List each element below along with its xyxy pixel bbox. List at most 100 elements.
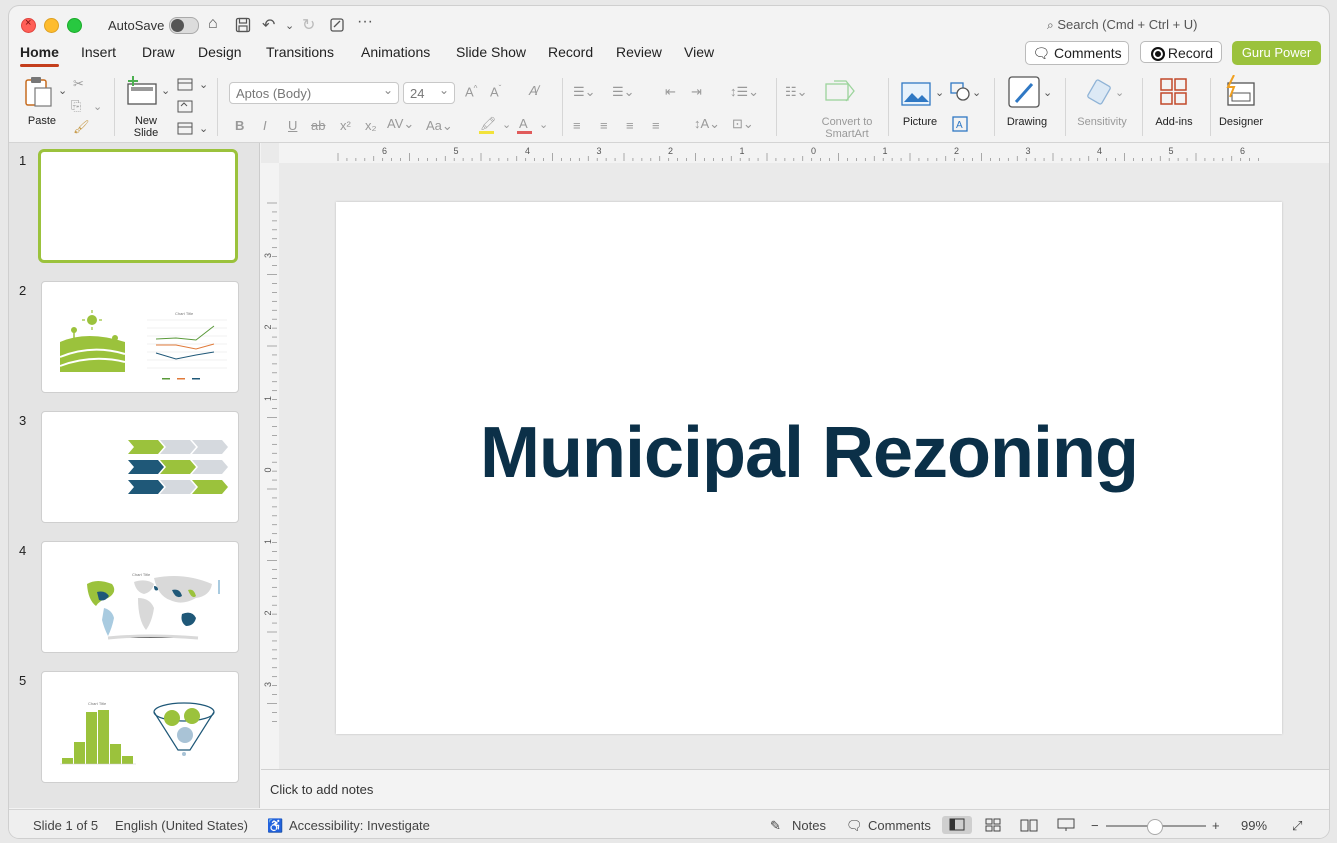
- copy-dropdown-icon[interactable]: ⌄: [93, 100, 102, 113]
- comments-toggle[interactable]: Comments: [868, 818, 931, 833]
- comments-button[interactable]: 🗨 Comments: [1025, 41, 1129, 65]
- copy-icon[interactable]: ⎘: [71, 98, 81, 114]
- tab-home[interactable]: Home: [20, 44, 59, 67]
- close-window-button[interactable]: [21, 17, 36, 33]
- bold-icon[interactable]: B: [235, 118, 244, 133]
- redo-icon[interactable]: ↻: [302, 15, 315, 35]
- reading-view-icon[interactable]: [1020, 818, 1038, 832]
- tab-review[interactable]: Review: [616, 44, 662, 60]
- italic-icon[interactable]: I: [263, 118, 267, 133]
- highlight-dropdown-icon[interactable]: ⌄: [502, 118, 511, 131]
- save-icon[interactable]: [235, 17, 251, 33]
- tab-animations[interactable]: Animations: [361, 44, 430, 60]
- sensitivity-icon[interactable]: [1085, 76, 1115, 106]
- change-case-icon[interactable]: Aa⌄: [426, 118, 453, 134]
- tab-insert[interactable]: Insert: [81, 44, 116, 60]
- slide-thumbnail-3[interactable]: [41, 411, 239, 523]
- numbering-icon[interactable]: ☰⌄: [612, 84, 635, 100]
- clear-formatting-icon[interactable]: A̸: [529, 83, 538, 98]
- guru-power-button[interactable]: Guru Power: [1232, 41, 1321, 65]
- tab-design[interactable]: Design: [198, 44, 242, 60]
- zoom-window-button[interactable]: [67, 18, 82, 33]
- autosave-toggle[interactable]: [169, 17, 199, 34]
- smartart-icon[interactable]: [824, 80, 858, 104]
- justify-icon[interactable]: ≡: [652, 118, 660, 133]
- slide-sorter-icon[interactable]: [985, 818, 1001, 832]
- align-center-icon[interactable]: ≡: [600, 118, 608, 133]
- bullets-icon[interactable]: ☰⌄: [573, 84, 596, 100]
- cut-icon[interactable]: ✂: [73, 76, 84, 92]
- font-size-select[interactable]: 24: [403, 79, 455, 104]
- new-slide-dropdown-icon[interactable]: ⌄: [161, 84, 170, 97]
- paste-dropdown-icon[interactable]: ⌄: [58, 84, 67, 97]
- language-status[interactable]: English (United States): [115, 818, 248, 833]
- align-left-icon[interactable]: ≡: [573, 118, 581, 133]
- font-name-select[interactable]: Aptos (Body): [229, 79, 399, 104]
- tab-view[interactable]: View: [684, 44, 714, 60]
- layout-dropdown-icon[interactable]: ⌄: [199, 78, 208, 91]
- current-slide-canvas[interactable]: Municipal Rezoning: [336, 202, 1282, 734]
- notes-pane[interactable]: Click to add notes: [261, 769, 1329, 810]
- designer-icon[interactable]: [1224, 75, 1258, 107]
- tab-draw[interactable]: Draw: [142, 44, 175, 60]
- slide-show-icon[interactable]: [1057, 818, 1075, 832]
- tab-transitions[interactable]: Transitions: [266, 44, 334, 60]
- increase-indent-icon[interactable]: ⇥: [691, 84, 702, 100]
- align-right-icon[interactable]: ≡: [626, 118, 634, 133]
- columns-icon[interactable]: ☷⌄: [785, 84, 808, 100]
- section-dropdown-icon[interactable]: ⌄: [199, 122, 208, 135]
- character-spacing-icon[interactable]: AV⌄: [387, 116, 414, 132]
- superscript-icon[interactable]: x²: [340, 118, 351, 133]
- home-icon[interactable]: ⌂: [208, 15, 218, 33]
- align-text-icon[interactable]: ⊡⌄: [732, 116, 754, 132]
- drawing-dropdown-icon[interactable]: ⌄: [1043, 86, 1052, 99]
- more-commands-icon[interactable]: ···: [357, 13, 373, 31]
- underline-icon[interactable]: U: [288, 118, 297, 133]
- slide-thumbnail-1[interactable]: [38, 149, 238, 263]
- paste-icon[interactable]: [23, 76, 57, 108]
- picture-dropdown-icon[interactable]: ⌄: [935, 86, 944, 99]
- print-icon[interactable]: [329, 17, 345, 33]
- tab-record[interactable]: Record: [548, 44, 593, 60]
- subscript-icon[interactable]: x₂: [365, 118, 377, 133]
- zoom-out-icon[interactable]: −: [1091, 818, 1099, 833]
- accessibility-status[interactable]: Accessibility: Investigate: [289, 818, 430, 833]
- font-color-icon[interactable]: A: [519, 116, 528, 131]
- format-painter-icon[interactable]: 🖌: [73, 119, 90, 135]
- text-direction-icon[interactable]: ↕A⌄: [694, 116, 720, 132]
- line-spacing-icon[interactable]: ↕☰⌄: [730, 84, 759, 100]
- zoom-in-icon[interactable]: +: [1212, 818, 1220, 833]
- decrease-font-size-icon[interactable]: Aˇ: [490, 84, 501, 99]
- zoom-slider-knob[interactable]: [1147, 819, 1163, 835]
- text-box-icon[interactable]: A: [952, 116, 968, 132]
- add-ins-icon[interactable]: [1159, 77, 1189, 107]
- new-slide-icon[interactable]: [125, 76, 161, 106]
- undo-dropdown-icon[interactable]: ⌄: [285, 19, 294, 32]
- normal-view-button[interactable]: [942, 816, 972, 834]
- shapes-dropdown-icon[interactable]: ⌄: [972, 86, 981, 99]
- notes-toggle[interactable]: Notes: [792, 818, 826, 833]
- zoom-level[interactable]: 99%: [1241, 818, 1267, 833]
- tab-slide-show[interactable]: Slide Show: [456, 44, 526, 60]
- slide-title[interactable]: Municipal Rezoning: [336, 412, 1282, 494]
- shapes-icon[interactable]: [950, 82, 972, 102]
- picture-icon[interactable]: [901, 82, 931, 106]
- slide-number: 1: [19, 153, 27, 168]
- layout-icons[interactable]: [177, 75, 195, 135]
- decrease-indent-icon[interactable]: ⇤: [665, 84, 676, 100]
- fit-to-window-icon[interactable]: ⤢: [1292, 818, 1302, 834]
- record-button[interactable]: Record: [1140, 41, 1222, 63]
- undo-icon[interactable]: ↶: [262, 15, 275, 35]
- drawing-icon[interactable]: [1008, 76, 1042, 110]
- strikethrough-icon[interactable]: ab: [311, 118, 325, 133]
- increase-font-size-icon[interactable]: A^: [465, 84, 477, 99]
- notes-placeholder: Click to add notes: [270, 782, 374, 797]
- slide-thumbnail-4[interactable]: Chart Title: [41, 541, 239, 653]
- slide-thumbnail-2[interactable]: Chart Title: [41, 281, 239, 393]
- search-field[interactable]: ⌕ Search (Cmd + Ctrl + U): [1047, 17, 1198, 33]
- sensitivity-dropdown-icon[interactable]: ⌄: [1115, 86, 1124, 99]
- slide-thumbnail-5[interactable]: Chart Title: [41, 671, 239, 783]
- highlight-icon[interactable]: 🖍: [480, 116, 497, 132]
- font-color-dropdown-icon[interactable]: ⌄: [539, 118, 548, 131]
- minimize-window-button[interactable]: [44, 18, 59, 33]
